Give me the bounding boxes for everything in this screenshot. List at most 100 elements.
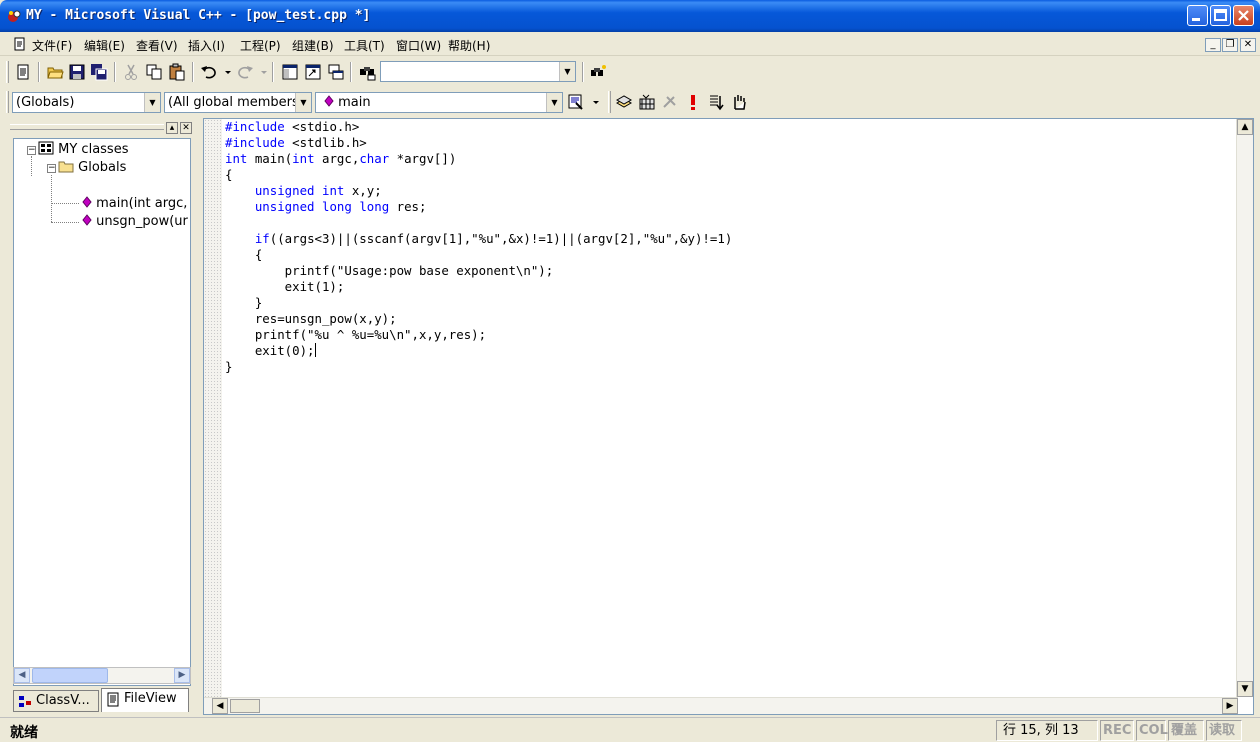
wizard-action-icon[interactable]	[567, 93, 585, 111]
redo-dropdown-icon[interactable]	[255, 63, 267, 81]
workspace-window-icon[interactable]	[281, 63, 299, 81]
maximize-button[interactable]	[1210, 5, 1231, 26]
mdi-close-button[interactable]: ✕	[1240, 38, 1256, 52]
toolbar-grip[interactable]	[6, 61, 9, 83]
menu-view[interactable]: 查看(V)	[136, 37, 178, 54]
undo-dropdown-icon[interactable]	[219, 63, 231, 81]
menu-build[interactable]: 组建(B)	[292, 37, 334, 54]
breakpoint-hand-icon[interactable]	[730, 93, 748, 111]
code-line[interactable]: printf("Usage:pow base exponent\n");	[225, 263, 732, 279]
tree-item-globals[interactable]: Globals	[58, 159, 126, 177]
open-folder-icon[interactable]	[46, 63, 64, 81]
collapse-toggle-icon[interactable]: −	[27, 146, 36, 155]
save-all-icon[interactable]	[90, 63, 108, 81]
document-menu-icon[interactable]	[12, 36, 28, 52]
chevron-down-icon[interactable]: ▼	[546, 93, 562, 112]
code-line[interactable]: unsigned int x,y;	[225, 183, 732, 199]
find-binoculars-icon[interactable]	[589, 63, 607, 81]
tree-horizontal-scrollbar[interactable]: ◀ ▶	[13, 667, 191, 684]
undo-icon[interactable]	[200, 63, 218, 81]
code-line[interactable]: }	[225, 359, 732, 375]
redo-icon[interactable]	[236, 63, 254, 81]
chevron-down-icon[interactable]: ▼	[559, 62, 575, 81]
tree-item-label: main(int argc,	[96, 196, 188, 211]
tab-classview[interactable]: ClassV...	[13, 690, 99, 712]
toolbar-grip[interactable]	[608, 91, 611, 113]
menu-tools[interactable]: 工具(T)	[344, 37, 385, 54]
tree-item-function[interactable]: main(int argc,	[82, 195, 187, 213]
scroll-left-icon[interactable]: ◀	[212, 698, 228, 714]
close-button[interactable]	[1233, 5, 1254, 26]
build-icon[interactable]	[638, 93, 656, 111]
class-scope-combo[interactable]: (Globals) ▼	[12, 92, 161, 113]
find-combo[interactable]: ▼	[380, 61, 576, 82]
scroll-right-icon[interactable]: ▶	[1222, 698, 1238, 714]
menu-edit[interactable]: 编辑(E)	[84, 37, 125, 54]
chevron-down-icon[interactable]: ▼	[295, 93, 311, 112]
scroll-right-icon[interactable]: ▶	[174, 668, 190, 683]
scroll-thumb[interactable]	[230, 699, 260, 713]
wizard-action-dropdown-icon[interactable]	[587, 93, 599, 111]
cut-icon[interactable]	[122, 63, 140, 81]
chevron-down-icon[interactable]: ▼	[144, 93, 160, 112]
toolbar-grip[interactable]	[6, 91, 9, 113]
wizard-bar: (Globals) ▼ (All global members ▼ main ▼	[0, 87, 1260, 117]
tree-item-function[interactable]: unsgn_pow(ur	[82, 213, 188, 231]
panel-maximize-button[interactable]: ▴	[166, 122, 178, 134]
source-code[interactable]: #include <stdio.h> #include <stdlib.h> int…	[225, 119, 732, 375]
scroll-thumb[interactable]	[32, 668, 108, 683]
window-title: MY - Microsoft Visual C++ - [pow_test.cp…	[26, 8, 371, 23]
menu-window[interactable]: 窗口(W)	[396, 37, 441, 54]
tree-item-root[interactable]: MY classes	[38, 141, 128, 159]
menu-file[interactable]: 文件(F)	[32, 37, 72, 54]
save-icon[interactable]	[68, 63, 86, 81]
code-line[interactable]: exit(0);	[225, 343, 732, 359]
code-line[interactable]: if((args<3)||(sscanf(argv[1],"%u",&x)!=1…	[225, 231, 732, 247]
editor-horizontal-scrollbar[interactable]: ◀ ▶	[204, 697, 1238, 714]
menu-insert[interactable]: 插入(I)	[188, 37, 225, 54]
tab-fileview[interactable]: FileView	[101, 688, 189, 712]
menu-project[interactable]: 工程(P)	[240, 37, 281, 54]
visual-cpp-app-icon[interactable]	[6, 8, 22, 24]
stop-build-icon[interactable]	[661, 93, 679, 111]
code-line[interactable]: unsigned long long res;	[225, 199, 732, 215]
find-in-files-icon[interactable]	[358, 63, 376, 81]
code-line[interactable]: res=unsgn_pow(x,y);	[225, 311, 732, 327]
code-line[interactable]: int main(int argc,char *argv[])	[225, 151, 732, 167]
code-line[interactable]: exit(1);	[225, 279, 732, 295]
editor-gutter[interactable]	[204, 119, 222, 697]
code-line[interactable]: }	[225, 295, 732, 311]
minimize-button[interactable]	[1187, 5, 1208, 26]
new-text-file-icon[interactable]	[14, 63, 32, 81]
scroll-left-icon[interactable]: ◀	[14, 668, 30, 683]
output-window-icon[interactable]	[304, 63, 322, 81]
workspace-header: ▴ ✕	[6, 120, 194, 136]
compile-icon[interactable]	[615, 93, 633, 111]
code-line[interactable]: {	[225, 167, 732, 183]
mdi-minimize-button[interactable]: _	[1205, 38, 1221, 52]
code-line[interactable]: printf("%u ^ %u=%u\n",x,y,res);	[225, 327, 732, 343]
menu-help[interactable]: 帮助(H)	[448, 37, 490, 54]
copy-icon[interactable]	[145, 63, 163, 81]
scroll-down-icon[interactable]: ▼	[1237, 681, 1253, 697]
toolbar-separator	[582, 62, 584, 82]
go-debug-icon[interactable]	[707, 93, 725, 111]
status-message: 就绪	[10, 725, 38, 741]
scroll-up-icon[interactable]: ▲	[1237, 119, 1253, 135]
collapse-toggle-icon[interactable]: −	[47, 164, 56, 173]
code-line[interactable]: #include <stdlib.h>	[225, 135, 732, 151]
paste-icon[interactable]	[168, 63, 186, 81]
code-line[interactable]	[225, 215, 732, 231]
window-list-icon[interactable]	[327, 63, 345, 81]
close-icon: ✕	[182, 123, 190, 133]
panel-grip[interactable]	[10, 124, 164, 130]
code-editor[interactable]: #include <stdio.h> #include <stdlib.h> int…	[203, 118, 1254, 715]
filter-combo[interactable]: (All global members ▼	[164, 92, 312, 113]
execute-icon[interactable]	[684, 93, 702, 111]
code-line[interactable]: #include <stdio.h>	[225, 119, 732, 135]
mdi-restore-button[interactable]: ❐	[1222, 38, 1238, 52]
member-combo[interactable]: main ▼	[315, 92, 563, 113]
editor-vertical-scrollbar[interactable]: ▲ ▼	[1236, 119, 1253, 697]
code-line[interactable]: {	[225, 247, 732, 263]
panel-close-button[interactable]: ✕	[180, 122, 192, 134]
